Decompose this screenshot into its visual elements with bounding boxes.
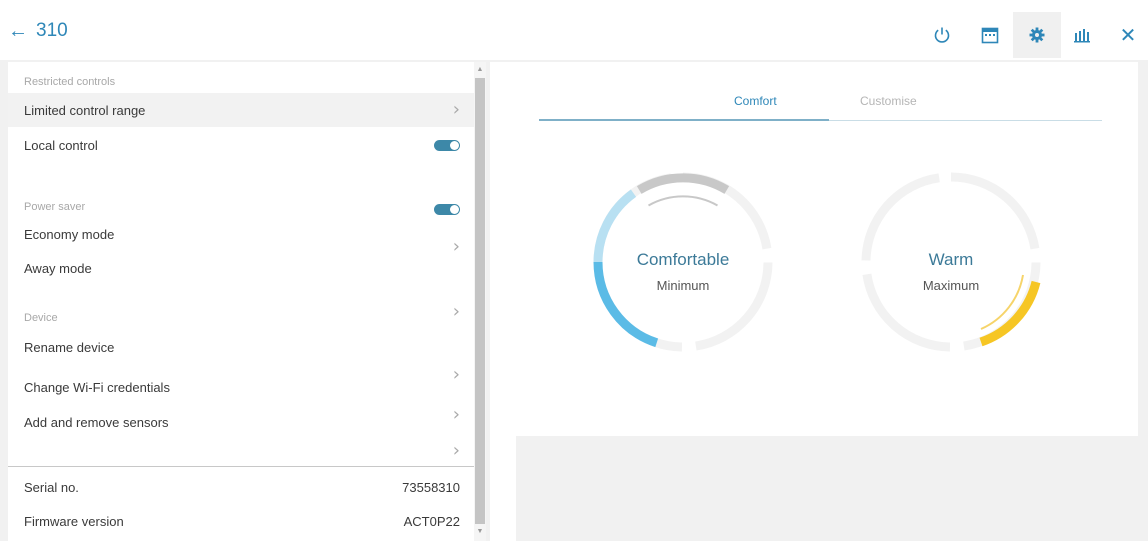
tab-underline — [539, 119, 829, 121]
economy-mode-label: Economy mode — [24, 226, 115, 242]
local-control-toggle[interactable] — [434, 139, 460, 151]
section-header-power-saver: Power saver — [24, 201, 86, 213]
gear-icon — [1029, 27, 1045, 43]
warm-dial-title: Warm — [928, 250, 974, 269]
firmware-value: ACT0P22 — [403, 513, 460, 529]
serial-label: Serial no. — [24, 479, 79, 495]
panel-gutter-lower — [503, 436, 516, 541]
power-saver-toggle[interactable] — [434, 204, 460, 215]
scroll-up-icon[interactable]: ▲ — [476, 66, 484, 74]
add-remove-sensors-item[interactable]: Add and remove sensors — [8, 405, 474, 439]
warm-dial-subtitle: Maximum — [922, 278, 980, 293]
limited-control-range-item[interactable]: Limited control range › — [8, 93, 474, 127]
away-mode-item[interactable]: Away mode — [8, 251, 474, 285]
section-header-restricted: Restricted controls — [24, 76, 116, 88]
serial-row: Serial no. 73558310 — [8, 470, 474, 504]
local-control-item: Local control — [8, 128, 474, 162]
comfort-dial-subtitle: Minimum — [656, 278, 710, 293]
power-button[interactable] — [918, 12, 966, 58]
rename-device-item[interactable]: Rename device — [8, 330, 474, 364]
firmware-row: Firmware version ACT0P22 — [8, 504, 474, 538]
tab-comfort[interactable]: Comfort — [734, 94, 777, 108]
back-arrow-icon: ← — [8, 20, 28, 42]
back-button[interactable]: ← 310 — [8, 18, 68, 44]
economy-mode-item[interactable]: Economy mode — [8, 217, 474, 251]
close-button[interactable]: ✕ — [1104, 12, 1148, 58]
chevron-right-icon[interactable]: › — [453, 442, 460, 460]
section-header-device: Device — [24, 312, 58, 324]
tab-bar: Comfort Customise — [539, 84, 1102, 121]
statistics-button[interactable] — [1058, 12, 1106, 58]
change-wifi-label: Change Wi-Fi credentials — [24, 379, 170, 395]
scrollbar[interactable]: ▲ ▼ — [474, 62, 486, 541]
chevron-right-icon[interactable]: › — [453, 303, 460, 321]
serial-value: 73558310 — [402, 479, 460, 495]
limited-control-range-label: Limited control range — [24, 102, 146, 118]
tab-customise[interactable]: Customise — [860, 94, 917, 108]
page-title: 310 — [36, 20, 68, 41]
local-control-label: Local control — [24, 137, 98, 153]
warm-dial-label: Warm Maximum — [856, 250, 1046, 293]
settings-button[interactable] — [1013, 12, 1061, 58]
schedule-button[interactable] — [966, 12, 1014, 58]
scroll-thumb[interactable] — [475, 78, 485, 524]
settings-panel: Restricted controls Limited control rang… — [8, 62, 474, 541]
firmware-label: Firmware version — [24, 513, 124, 529]
chevron-right-icon: › — [452, 99, 460, 120]
calendar-icon — [981, 27, 999, 44]
chart-icon — [1074, 29, 1090, 43]
away-mode-label: Away mode — [24, 260, 92, 276]
add-remove-sensors-label: Add and remove sensors — [24, 414, 169, 430]
panel-gutter — [490, 62, 503, 541]
rename-device-label: Rename device — [24, 339, 115, 355]
divider — [8, 466, 474, 467]
close-icon: ✕ — [1119, 24, 1137, 47]
comfort-panel: Comfort Customise Comfortable Minimum Wa… — [503, 62, 1138, 436]
comfort-dial-title: Comfortable — [636, 250, 730, 269]
top-bar: ← 310 ✕ — [0, 0, 1148, 60]
change-wifi-item[interactable]: Change Wi-Fi credentials — [8, 370, 474, 404]
comfort-dial-label: Comfortable Minimum — [588, 250, 778, 293]
power-icon — [934, 27, 950, 43]
scroll-down-icon[interactable]: ▼ — [476, 528, 484, 536]
